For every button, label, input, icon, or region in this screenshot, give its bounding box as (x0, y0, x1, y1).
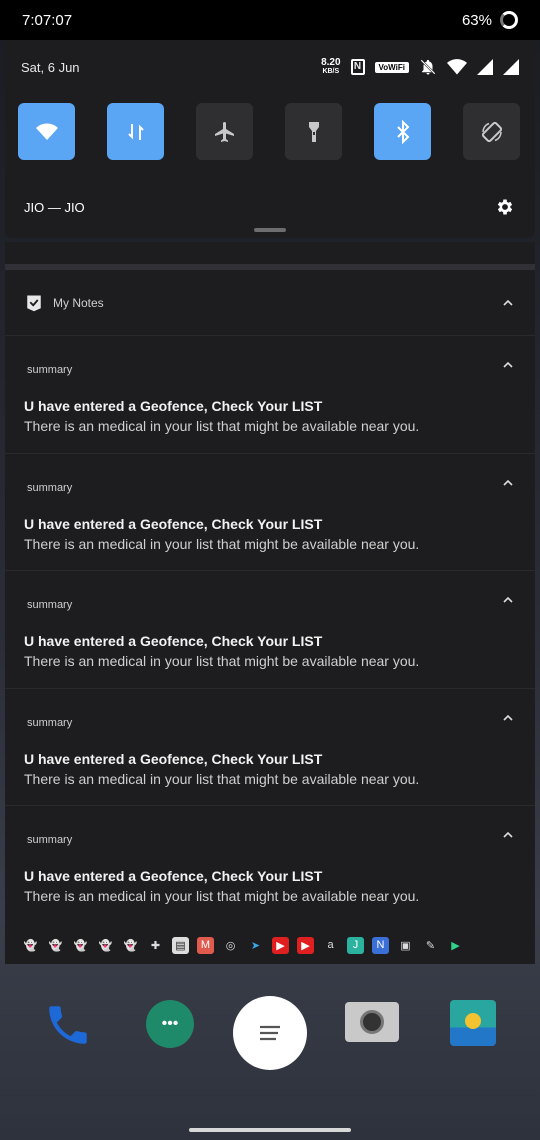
collapse-chevron-icon[interactable] (503, 298, 513, 308)
expand-chevron-icon[interactable] (503, 478, 513, 488)
pill-icon: ✚ (150, 939, 161, 952)
play-icon: ▶ (451, 939, 460, 952)
notification-item[interactable]: summary U have entered a Geofence, Check… (5, 571, 535, 689)
tile-flashlight[interactable] (285, 103, 342, 160)
notification-title: U have entered a Geofence, Check Your LI… (24, 633, 323, 649)
partial-notification[interactable] (5, 242, 535, 270)
camera-app-icon[interactable] (345, 1002, 399, 1042)
nfc-icon: N (350, 59, 365, 75)
expand-chevron-icon[interactable] (503, 830, 513, 840)
notification-title: U have entered a Geofence, Check Your LI… (24, 515, 323, 532)
notification-body: There is an medical in your list that mi… (24, 535, 420, 552)
quick-settings-panel: Sat, 6 Jun 8.20 KB/S N VoWiFi JIO — JIO (5, 40, 535, 238)
home-dock: ••• (0, 965, 540, 1140)
notification-icon-strip[interactable]: 👻 👻 👻 👻 👻 ✚ ▤ M ◎ ➤ ▶ ▶ a J N ▣ ✎ ▶ (5, 926, 535, 964)
news-icon: N (372, 936, 389, 954)
tile-wifi[interactable] (18, 103, 75, 160)
battery-percent: 63% (461, 11, 492, 29)
file-icon: ▤ (172, 936, 189, 954)
snapchat-icon: 👻 (73, 939, 88, 952)
status-bar: 7:07:07 63% (0, 0, 540, 40)
notification-item[interactable]: summary U have entered a Geofence, Check… (5, 806, 535, 924)
home-gesture-bar[interactable] (189, 1128, 351, 1132)
data-transfer-icon (127, 123, 144, 140)
network-speed: 8.20 KB/S (321, 57, 341, 76)
bell-off-icon (420, 59, 436, 75)
expand-chevron-icon[interactable] (503, 595, 513, 605)
snapchat-icon: 👻 (48, 939, 63, 952)
amazon-icon: a (327, 939, 334, 951)
notification-subtext: summary (27, 716, 73, 729)
carrier-label: JIO — JIO (24, 200, 85, 215)
snapchat-icon: 👻 (23, 939, 38, 952)
drag-handle[interactable] (254, 228, 286, 232)
gallery-icon: ▣ (400, 939, 411, 952)
vowifi-icon: VoWiFi (374, 61, 409, 73)
notification-body: There is an medical in your list that mi… (24, 418, 420, 434)
clock: 7:07:07 (22, 11, 73, 29)
notification-item[interactable]: summary U have entered a Geofence, Check… (5, 689, 535, 806)
tile-bluetooth[interactable] (374, 103, 431, 160)
app-check-icon (27, 295, 41, 311)
app-name: My Notes (53, 295, 104, 310)
notification-subtext: summary (27, 364, 73, 376)
tile-auto-rotate[interactable] (463, 103, 520, 160)
notification-title: U have entered a Geofence, Check Your LI… (24, 398, 323, 414)
battery-icon (500, 11, 518, 29)
wifi-signal-icon (447, 59, 467, 75)
app-drawer-button[interactable] (233, 996, 307, 1070)
expand-chevron-icon[interactable] (503, 360, 513, 370)
rotate-icon (481, 121, 502, 142)
tile-airplane[interactable] (196, 103, 253, 160)
notification-body: There is an medical in your list that mi… (24, 770, 420, 787)
notification-item[interactable]: summary U have entered a Geofence, Check… (5, 454, 535, 571)
notification-subtext: summary (27, 599, 73, 611)
notification-subtext: summary (27, 481, 73, 494)
message-icon: ✎ (425, 939, 436, 952)
settings-gear-icon[interactable] (495, 197, 515, 217)
jiosaavn-icon: J (347, 936, 364, 954)
quick-tiles (18, 103, 520, 160)
telegram-icon: ➤ (250, 939, 261, 952)
snapchat-icon: 👻 (98, 939, 113, 952)
date-label[interactable]: Sat, 6 Jun (21, 60, 80, 75)
flashlight-icon (308, 121, 319, 142)
notification-item[interactable]: summary U have entered a Geofence, Check… (5, 336, 535, 454)
notification-subtext: summary (27, 834, 73, 846)
bluetooth-icon (396, 119, 409, 144)
notification-title: U have entered a Geofence, Check Your LI… (24, 868, 323, 884)
expand-chevron-icon[interactable] (503, 713, 513, 723)
notification-shade: My Notes summary U have entered a Geofen… (5, 242, 535, 964)
wifi-icon (35, 123, 58, 140)
signal-icon-2 (503, 59, 519, 75)
airplane-icon (214, 121, 234, 142)
tile-mobile-data[interactable] (107, 103, 164, 160)
camera-lens-icon (360, 1010, 384, 1034)
menu-lines-icon (260, 1025, 280, 1041)
snapchat-icon: 👻 (123, 939, 138, 952)
notification-title: U have entered a Geofence, Check Your LI… (24, 750, 323, 767)
chrome-icon: ◎ (225, 939, 236, 952)
phone-app-icon[interactable] (43, 1000, 93, 1050)
messages-app-icon[interactable]: ••• (146, 1000, 194, 1048)
sun-icon (465, 1013, 481, 1029)
notification-body: There is an medical in your list that mi… (24, 653, 420, 669)
notification-body: There is an medical in your list that mi… (24, 888, 420, 904)
gmail-icon: M (197, 936, 214, 954)
youtube-icon: ▶ (272, 936, 289, 954)
notification-group-header[interactable]: My Notes (5, 270, 535, 336)
gallery-app-icon[interactable] (450, 1000, 496, 1046)
youtube-icon: ▶ (297, 936, 314, 954)
signal-icon (477, 59, 493, 75)
